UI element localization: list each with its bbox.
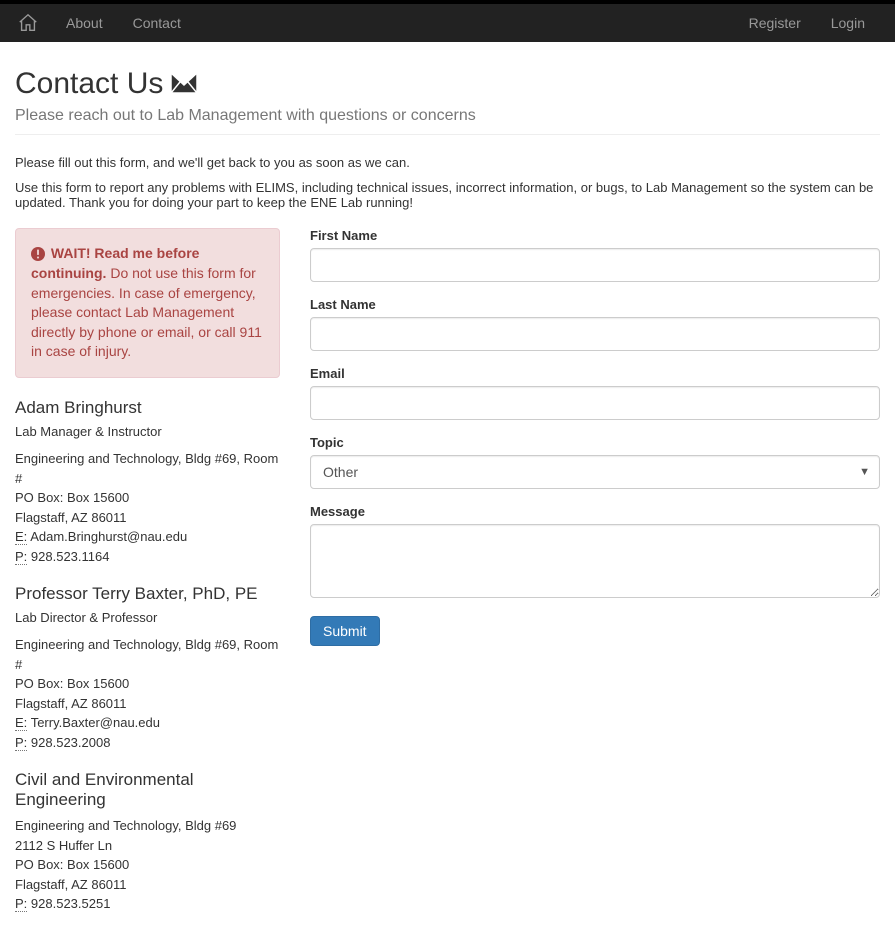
contact-block: Adam Bringhurst Lab Manager & Instructor… [15, 398, 280, 566]
phone-abbr: P: [15, 549, 27, 565]
contact-role: Lab Director & Professor [15, 610, 280, 625]
nav-login[interactable]: Login [816, 5, 880, 41]
last-name-input[interactable] [310, 317, 880, 351]
nav-contact[interactable]: Contact [118, 5, 196, 41]
contact-address: Engineering and Technology, Bldg #69, Ro… [15, 635, 280, 674]
contact-phone: 928.523.2008 [31, 735, 111, 750]
dept-address: PO Box: Box 15600 [15, 855, 280, 875]
contact-name: Professor Terry Baxter, PhD, PE [15, 584, 280, 604]
page-title: Contact Us [15, 67, 163, 101]
email-label: Email [310, 366, 880, 381]
dept-address: Flagstaff, AZ 86011 [15, 875, 280, 895]
contact-email: Adam.Bringhurst@nau.edu [30, 529, 187, 544]
contact-address: Flagstaff, AZ 86011 [15, 694, 280, 714]
dept-phone: 928.523.5251 [31, 896, 111, 911]
topic-select[interactable]: Other [310, 455, 880, 489]
submit-button[interactable]: Submit [310, 616, 380, 646]
dept-address: Engineering and Technology, Bldg #69 [15, 816, 280, 836]
contact-address: Engineering and Technology, Bldg #69, Ro… [15, 449, 280, 488]
contact-email: Terry.Baxter@nau.edu [31, 715, 160, 730]
contact-name: Adam Bringhurst [15, 398, 280, 418]
contact-phone: 928.523.1164 [31, 549, 110, 564]
first-name-input[interactable] [310, 248, 880, 282]
dept-name: Civil and Environmental Engineering [15, 770, 280, 810]
email-input[interactable] [310, 386, 880, 420]
contact-address: PO Box: Box 15600 [15, 674, 280, 694]
message-textarea[interactable] [310, 524, 880, 598]
dept-address: 2112 S Huffer Ln [15, 836, 280, 856]
home-icon[interactable] [15, 6, 51, 40]
navbar: About Contact Register Login [0, 4, 895, 42]
intro-line-1: Please fill out this form, and we'll get… [15, 155, 880, 170]
intro-line-2: Use this form to report any problems wit… [15, 180, 880, 210]
contact-role: Lab Manager & Instructor [15, 424, 280, 439]
page-header: Contact Us Please reach out to Lab Manag… [15, 67, 880, 135]
message-label: Message [310, 504, 880, 519]
alert-warning: WAIT! Read me before continuing. Do not … [15, 228, 280, 378]
phone-abbr: P: [15, 896, 27, 912]
page-subtitle: Please reach out to Lab Management with … [15, 107, 880, 125]
nav-register[interactable]: Register [734, 5, 816, 41]
envelope-icon [171, 67, 197, 101]
first-name-label: First Name [310, 228, 880, 243]
email-abbr: E: [15, 529, 27, 545]
contact-block: Professor Terry Baxter, PhD, PE Lab Dire… [15, 584, 280, 752]
last-name-label: Last Name [310, 297, 880, 312]
contact-address: PO Box: Box 15600 [15, 488, 280, 508]
contact-address: Flagstaff, AZ 86011 [15, 508, 280, 528]
nav-about[interactable]: About [51, 5, 118, 41]
email-abbr: E: [15, 715, 27, 731]
dept-block: Civil and Environmental Engineering Engi… [15, 770, 280, 914]
topic-label: Topic [310, 435, 880, 450]
exclamation-icon [31, 245, 45, 265]
phone-abbr: P: [15, 735, 27, 751]
